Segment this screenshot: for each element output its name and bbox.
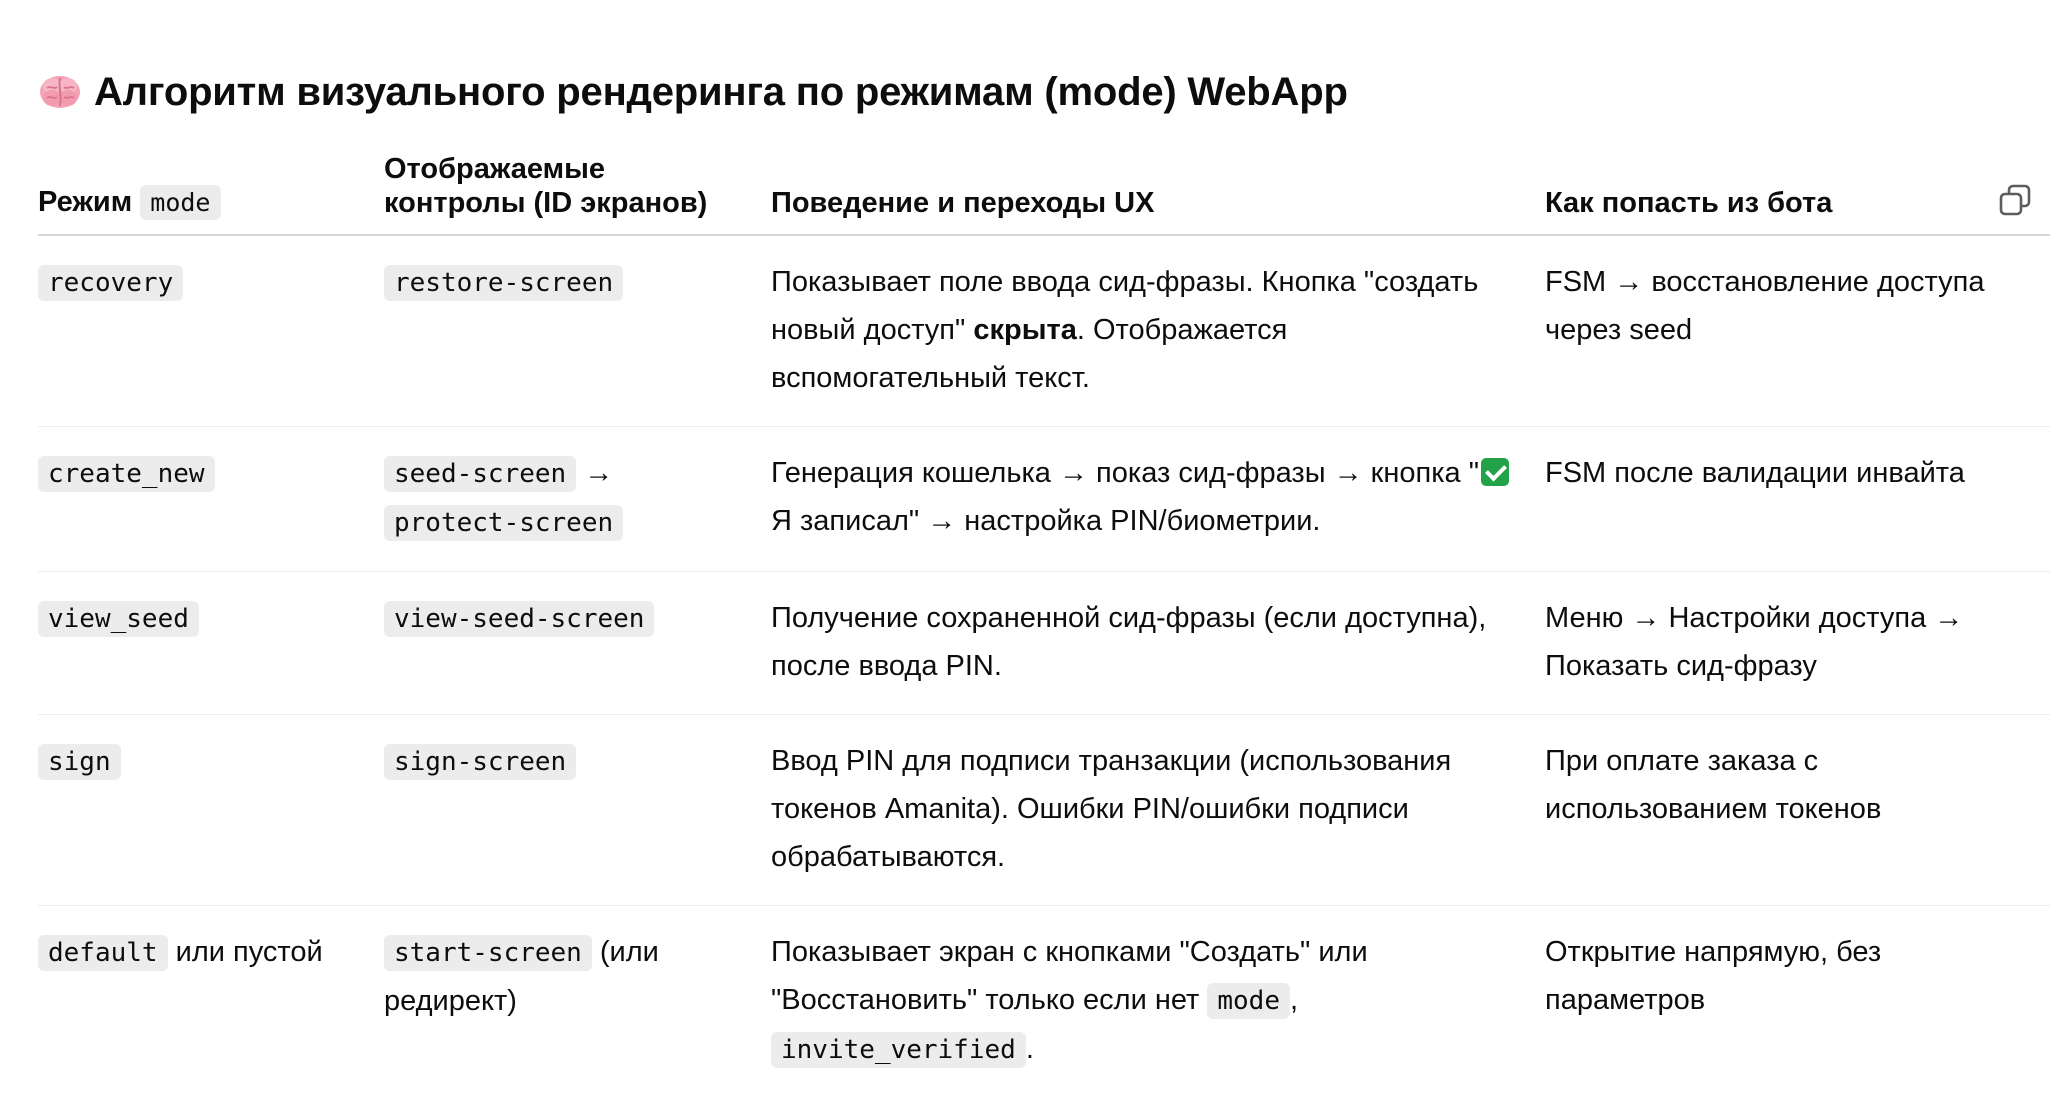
screen-code: seed-screen [384, 456, 577, 492]
screen-code: protect-screen [384, 505, 624, 541]
behavior-separator: , [1289, 984, 1299, 1016]
cell-mode: recovery [38, 235, 384, 427]
mode-suffix: или пустой [167, 936, 323, 968]
mode-code: default [38, 935, 168, 971]
header-bot: Как попасть из бота [1545, 140, 2050, 236]
behavior-text: Получение сохраненной сид-фразы (если до… [771, 602, 1487, 682]
header-behavior-label: Поведение и переходы UX [771, 187, 1155, 219]
header-mode: Режим mode [38, 140, 384, 236]
table-header-row: Режим mode Отображаемые контролы (ID экра… [38, 140, 2050, 236]
cell-screen: view-seed-screen [384, 571, 771, 715]
bot-text: Открытие напрямую, без параметров [1545, 936, 1882, 1016]
cell-behavior: Показывает поле ввода сид-фразы. Кнопка … [771, 235, 1545, 427]
behavior-code: mode [1207, 983, 1290, 1019]
header-bot-label: Как попасть из бота [1545, 187, 1833, 219]
bot-text: FSM → восстановление доступа через seed [1545, 266, 1985, 346]
behavior-bold-text: скрыта [973, 314, 1077, 346]
behavior-text: Генерация кошелька → показ сид-фразы → к… [771, 457, 1480, 489]
cell-bot: При оплате заказа с использованием токен… [1545, 714, 2050, 906]
bot-text: Меню → Настройки доступа → Показать сид-… [1545, 602, 1964, 682]
screen-code: restore-screen [384, 265, 624, 301]
header-mode-label: Режим [38, 186, 133, 218]
screen-code: start-screen [384, 935, 592, 971]
mode-code: view_seed [38, 601, 199, 637]
cell-screen: sign-screen [384, 714, 771, 906]
mode-code: sign [38, 744, 121, 780]
modes-table: Режим mode Отображаемые контролы (ID экра… [38, 140, 2050, 1098]
table-row-create-new: create_new seed-screen → protect-screen Г… [38, 426, 2050, 572]
cell-bot: Меню → Настройки доступа → Показать сид-… [1545, 571, 2050, 715]
header-behavior: Поведение и переходы UX [771, 140, 1545, 236]
cell-bot: Открытие напрямую, без параметров [1545, 906, 2050, 1099]
cell-mode: create_new [38, 426, 384, 572]
page-title: Алгоритм визуального рендеринга по режим… [38, 62, 1348, 122]
header-controls-line2: контролы (ID экранов) [384, 187, 708, 219]
screen-arrow: → [576, 457, 614, 489]
cell-mode: sign [38, 714, 384, 906]
table-row-recovery: recovery restore-screen Показывает поле … [38, 235, 2050, 427]
mode-code: recovery [38, 265, 184, 301]
page-title-text: Алгоритм визуального рендеринга по режим… [94, 69, 1348, 114]
behavior-code: invite_verified [771, 1032, 1026, 1068]
cell-screen: seed-screen → protect-screen [384, 426, 771, 572]
bot-text: FSM после валидации инвайта [1545, 457, 1965, 489]
cell-bot: FSM → восстановление доступа через seed [1545, 235, 2050, 427]
bot-text: При оплате заказа с использованием токен… [1545, 745, 1882, 825]
cell-behavior: Ввод PIN для подписи транзакции (использ… [771, 714, 1545, 906]
cell-behavior: Показывает экран с кнопками "Создать" ил… [771, 906, 1545, 1099]
brain-icon [38, 72, 82, 112]
screen-code: view-seed-screen [384, 601, 655, 637]
cell-bot: FSM после валидации инвайта [1545, 426, 2050, 572]
table-row-sign: sign sign-screen Ввод PIN для подписи тр… [38, 714, 2050, 906]
mode-code: create_new [38, 456, 215, 492]
behavior-text: Ввод PIN для подписи транзакции (использ… [771, 745, 1452, 873]
cell-screen: restore-screen [384, 235, 771, 427]
behavior-end: . [1025, 1033, 1034, 1065]
cell-mode: view_seed [38, 571, 384, 715]
table-row-view-seed: view_seed view-seed-screen Получение сох… [38, 571, 2050, 715]
cell-behavior: Генерация кошелька → показ сид-фразы → к… [771, 426, 1545, 572]
cell-screen: start-screen (или редирект) [384, 906, 771, 1099]
behavior-text: Я записал" → настройка PIN/биометрии. [771, 505, 1321, 537]
cell-behavior: Получение сохраненной сид-фразы (если до… [771, 571, 1545, 715]
table-row-default: default или пустой start-screen (или ред… [38, 906, 2050, 1099]
screen-code: sign-screen [384, 744, 577, 780]
check-mark-icon [1481, 458, 1510, 486]
header-mode-code: mode [140, 185, 221, 220]
cell-mode: default или пустой [38, 906, 384, 1099]
header-controls: Отображаемые контролы (ID экранов) [384, 140, 771, 236]
header-controls-line1: Отображаемые [384, 153, 605, 185]
